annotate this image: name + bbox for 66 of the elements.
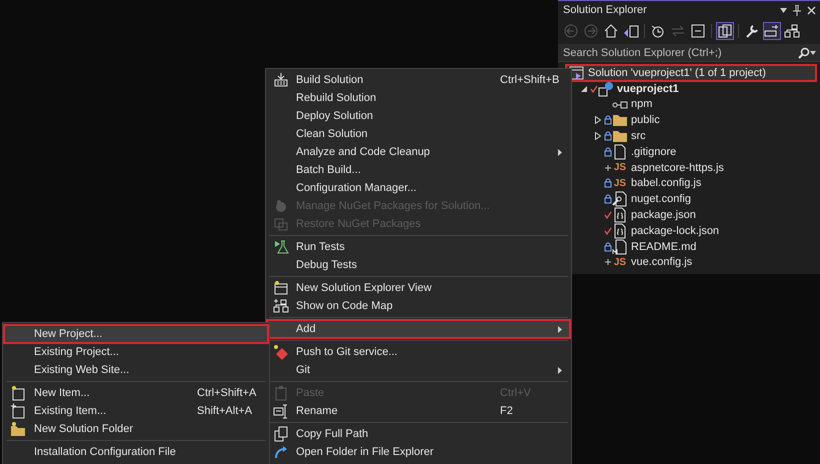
folder-icon [612, 128, 628, 144]
menu-item[interactable]: Push to Git service... [267, 343, 570, 361]
switch-views-icon [623, 23, 639, 39]
new-item-icon [10, 385, 26, 401]
show-all-files-icon [717, 23, 733, 39]
dropdown-icon [780, 8, 787, 12]
menu-item[interactable]: Installation Configuration File [4, 443, 268, 461]
js-file-icon: JS [612, 162, 628, 174]
config-file-icon [612, 191, 628, 208]
menu-item[interactable]: Rename F2 [267, 402, 570, 420]
build-icon [273, 72, 289, 88]
window-icon [273, 280, 289, 296]
forward-icon [583, 23, 599, 39]
back-icon [563, 23, 579, 39]
copy-icon [273, 426, 289, 442]
package-icon [273, 198, 289, 214]
sync-arrows-icon [670, 23, 686, 39]
shortcut-label: Shift+Alt+A [197, 405, 252, 417]
tree-item[interactable]: package.json [558, 207, 820, 223]
shortcut-label: Ctrl+Shift+B [500, 74, 560, 86]
js-file-icon: JS [612, 256, 628, 268]
folder-icon [612, 112, 628, 128]
tree-item[interactable]: package-lock.json [558, 222, 820, 239]
menu-item[interactable]: Copy Full Path [267, 425, 570, 443]
menu-item[interactable]: Git [267, 361, 570, 379]
existing-item-icon [10, 403, 26, 419]
menu-item[interactable]: Open Folder in File Explorer [267, 443, 570, 461]
flask-icon [273, 239, 289, 255]
json-file-icon [612, 222, 628, 239]
menu-item[interactable]: New Solution Explorer View [267, 279, 570, 297]
json-file-icon [612, 207, 628, 224]
clock-icon [650, 23, 666, 39]
panel-title: Solution Explorer [563, 4, 648, 16]
diamond-icon [273, 344, 289, 360]
pin-icon [793, 4, 801, 16]
shortcut-label: Ctrl+Shift+A [197, 387, 256, 399]
close-icon [807, 6, 816, 14]
shortcut-label: F2 [500, 405, 513, 417]
clipboard-icon [273, 385, 289, 401]
folder-icon [10, 421, 26, 437]
preview-icon [764, 23, 780, 39]
menu-item[interactable]: Existing Item... Shift+Alt+A [4, 402, 268, 420]
menu-item[interactable]: Show on Code Map [267, 297, 570, 315]
stack-icon [273, 216, 289, 232]
menu-item[interactable]: New Solution Folder [4, 420, 268, 438]
menu-item[interactable]: Run Tests [267, 238, 570, 256]
diagram-icon [784, 23, 800, 39]
wrench-icon [744, 23, 760, 39]
web-project-icon [598, 80, 614, 97]
dropdown-icon [810, 50, 816, 54]
search-icon [798, 46, 810, 58]
file-icon [612, 144, 628, 160]
menu-item[interactable]: Add [267, 320, 570, 338]
curved-arrow-icon [273, 444, 289, 460]
collapse-icon [690, 23, 706, 39]
tree-item[interactable]: Solution 'vueproject1' (1 of 1 project) [566, 65, 816, 81]
markdown-file-icon [612, 238, 628, 255]
menu-item[interactable]: Existing Project... [4, 343, 268, 361]
search-field[interactable]: Search Solution Explorer (Ctrl+;) [558, 44, 820, 62]
js-file-icon: JS [612, 178, 628, 189]
home-icon [603, 23, 619, 39]
menu-item[interactable]: Existing Web Site... [4, 361, 268, 379]
menu-item[interactable]: New Item... Ctrl+Shift+A [4, 384, 268, 402]
diagram-icon [273, 298, 289, 314]
menu-item[interactable]: New Project... [4, 325, 268, 343]
rename-icon [273, 403, 289, 419]
